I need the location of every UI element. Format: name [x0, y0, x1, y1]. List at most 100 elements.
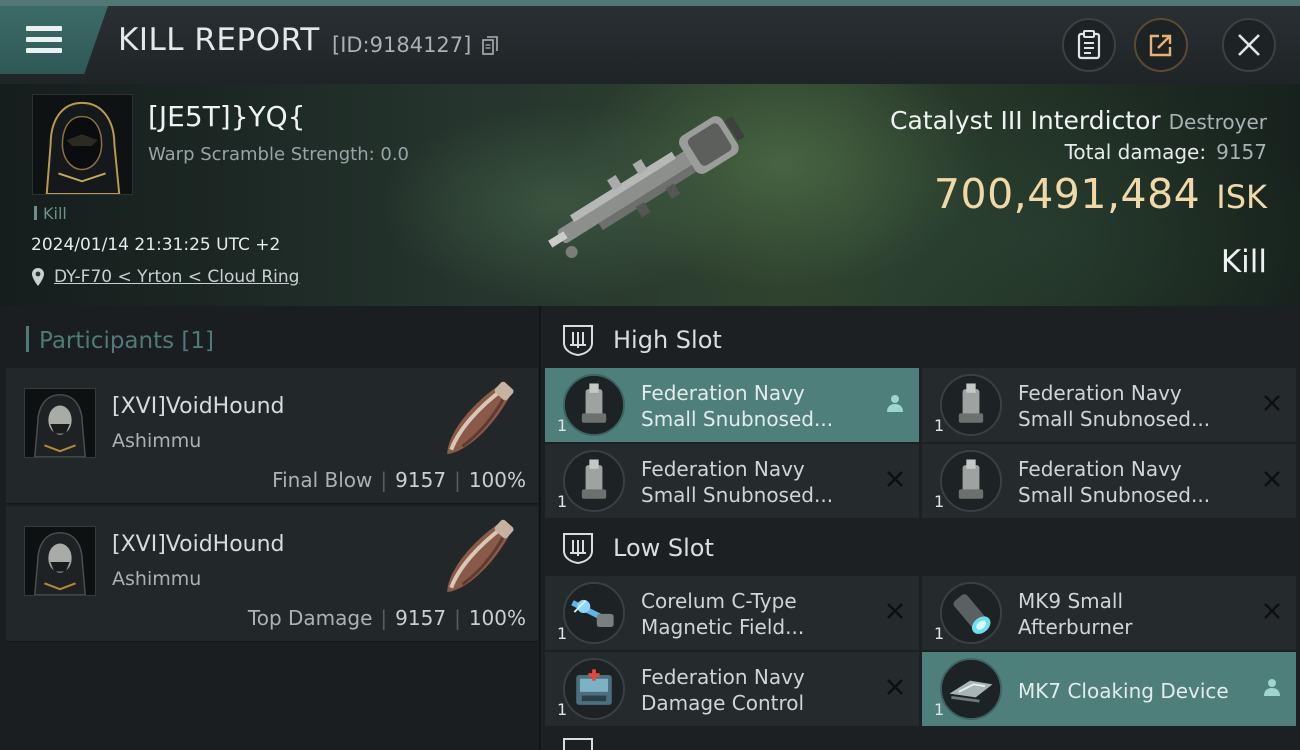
destroyed-x-icon — [1264, 471, 1280, 487]
participant-name[interactable]: [XVI]VoidHound — [112, 394, 285, 419]
isk-amount: 700,491,484 — [933, 170, 1201, 218]
participant-damage: 9157 — [395, 606, 447, 630]
high-slot-icon — [563, 325, 593, 357]
result-label: Kill — [1220, 244, 1267, 280]
kill-location[interactable]: DY-F70 < Yrton < Cloud Ring — [31, 267, 299, 287]
module-quantity: 1 — [934, 624, 945, 643]
fitting-panel: High Slot 1 Federation Navy Small Snubnos… — [541, 306, 1300, 750]
share-button[interactable] — [1134, 18, 1188, 72]
participant-row[interactable]: [XVI]VoidHound Ashimmu Top Damage | 9157 | 1… — [6, 506, 538, 642]
next-slot-header — [545, 728, 1300, 750]
destroyed-x-icon — [1264, 603, 1280, 619]
top-bar: KILL REPORT [ID:9184127] — [0, 0, 1300, 84]
module-name-line1: Federation Navy — [641, 457, 805, 481]
module-name: Federation Navy Small Snubnosed... — [1018, 456, 1258, 508]
participant-name[interactable]: [XVI]VoidHound — [112, 532, 285, 557]
module-quantity: 1 — [934, 492, 945, 511]
high-slot-header: High Slot — [545, 310, 1300, 370]
top-accent-line — [0, 0, 1300, 6]
blaster-module-icon — [563, 450, 625, 512]
victim-portrait[interactable] — [32, 94, 133, 195]
module-quantity: 1 — [934, 700, 945, 719]
participant-role: Final Blow — [272, 468, 373, 492]
participants-panel: Participants [1] [XVI]VoidHound Ashimmu … — [0, 306, 540, 750]
share-icon — [1149, 34, 1172, 57]
destroyed-x-icon — [1264, 395, 1280, 411]
total-damage-value: 9157 — [1216, 140, 1267, 164]
module-item[interactable]: 1 MK7 Cloaking Device — [922, 652, 1296, 726]
hamburger-icon — [26, 26, 62, 54]
magnetic-field-stabilizer-icon — [563, 582, 625, 644]
victim-summary: [JE5T]}YQ{ Warp Scramble Strength: 0.0 K… — [0, 84, 1300, 306]
victim-ship-name[interactable]: Catalyst III Interdictor Destroyer — [890, 106, 1267, 135]
high-slot-title: High Slot — [613, 326, 722, 354]
isk-unit: ISK — [1216, 178, 1267, 216]
module-name-line1: Federation Navy — [1018, 381, 1182, 405]
total-damage: Total damage: 9157 — [1065, 140, 1267, 164]
module-name-line2: Small Snubnosed... — [641, 483, 834, 507]
location-pin-icon — [32, 268, 44, 286]
victim-ship-image — [548, 116, 745, 258]
module-name-line2: Small Snubnosed... — [1018, 483, 1211, 507]
page-title: KILL REPORT — [118, 22, 320, 58]
destroyed-x-icon — [887, 471, 903, 487]
close-button[interactable] — [1222, 18, 1276, 72]
module-item[interactable]: 1 MK9 Small Afterburner — [922, 576, 1296, 650]
module-name: Federation Navy Small Snubnosed... — [641, 380, 881, 432]
module-item[interactable]: 1 Federation Navy Small Snubnosed... — [545, 444, 919, 518]
module-name: MK9 Small Afterburner — [1018, 588, 1258, 640]
module-item[interactable]: 1 Federation Navy Small Snubnosed... — [922, 444, 1296, 518]
module-name: Federation Navy Small Snubnosed... — [641, 456, 881, 508]
clipboard-icon — [1077, 30, 1101, 60]
participant-ship-image[interactable] — [428, 510, 528, 606]
damage-control-icon — [563, 658, 625, 720]
menu-button[interactable] — [0, 6, 108, 74]
module-item[interactable]: 1 Federation Navy Damage Control — [545, 652, 919, 726]
module-name-line2: Afterburner — [1018, 615, 1133, 639]
kill-tag: Kill — [34, 204, 67, 223]
module-item[interactable]: 1 Federation Navy Small Snubnosed... — [545, 368, 919, 442]
destroyed-x-icon — [887, 679, 903, 695]
slot-icon — [563, 738, 593, 750]
blaster-module-icon — [940, 374, 1002, 436]
participant-row[interactable]: [XVI]VoidHound Ashimmu Final Blow | 9157 | 1… — [6, 368, 538, 504]
module-name-line2: Damage Control — [641, 691, 805, 715]
low-slot-title: Low Slot — [613, 534, 714, 562]
participant-stats: Final Blow | 9157 | 100% — [272, 468, 526, 492]
module-name-line1: Federation Navy — [641, 665, 805, 689]
ship-name-label: Catalyst III Interdictor — [890, 106, 1161, 135]
copy-icon[interactable] — [482, 36, 498, 56]
report-id: [ID:9184127] — [332, 33, 472, 57]
module-name-line2: Small Snubnosed... — [1018, 407, 1211, 431]
victim-name[interactable]: [JE5T]}YQ{ — [148, 100, 306, 133]
kill-datetime: 2024/01/14 21:31:25 UTC +2 — [31, 235, 281, 255]
module-name: Federation Navy Damage Control — [641, 664, 881, 716]
participant-damage: 9157 — [395, 468, 447, 492]
clipboard-button[interactable] — [1062, 18, 1116, 72]
module-name-line2: Small Snubnosed... — [641, 407, 834, 431]
close-icon — [1238, 34, 1260, 56]
participants-header: Participants [1] — [26, 326, 214, 354]
module-item[interactable]: 1 Federation Navy Small Snubnosed... — [922, 368, 1296, 442]
dropped-person-icon — [1264, 679, 1280, 696]
module-quantity: 1 — [557, 624, 568, 643]
low-slot-icon — [563, 533, 593, 565]
location-link[interactable]: DY-F70 < Yrton < Cloud Ring — [54, 267, 299, 287]
participant-ship-image[interactable] — [428, 372, 528, 468]
participant-percent: 100% — [468, 606, 526, 630]
participant-portrait[interactable] — [24, 526, 96, 596]
participants-count: [1] — [181, 328, 215, 354]
blaster-module-icon — [563, 374, 625, 436]
module-quantity: 1 — [557, 416, 568, 435]
module-item[interactable]: 1 Corelum C-Type Magnetic Field... — [545, 576, 919, 650]
kill-tag-label: Kill — [43, 204, 67, 223]
isk-value: 700,491,484 ISK — [934, 170, 1267, 218]
ship-class-label: Destroyer — [1168, 110, 1267, 134]
total-damage-label: Total damage: — [1064, 140, 1207, 164]
participant-portrait[interactable] — [24, 388, 96, 458]
participant-ship: Ashimmu — [112, 430, 202, 452]
destroyed-x-icon — [887, 603, 903, 619]
module-quantity: 1 — [934, 416, 945, 435]
module-name-line1: Federation Navy — [641, 381, 805, 405]
module-name: MK7 Cloaking Device — [1018, 678, 1258, 704]
